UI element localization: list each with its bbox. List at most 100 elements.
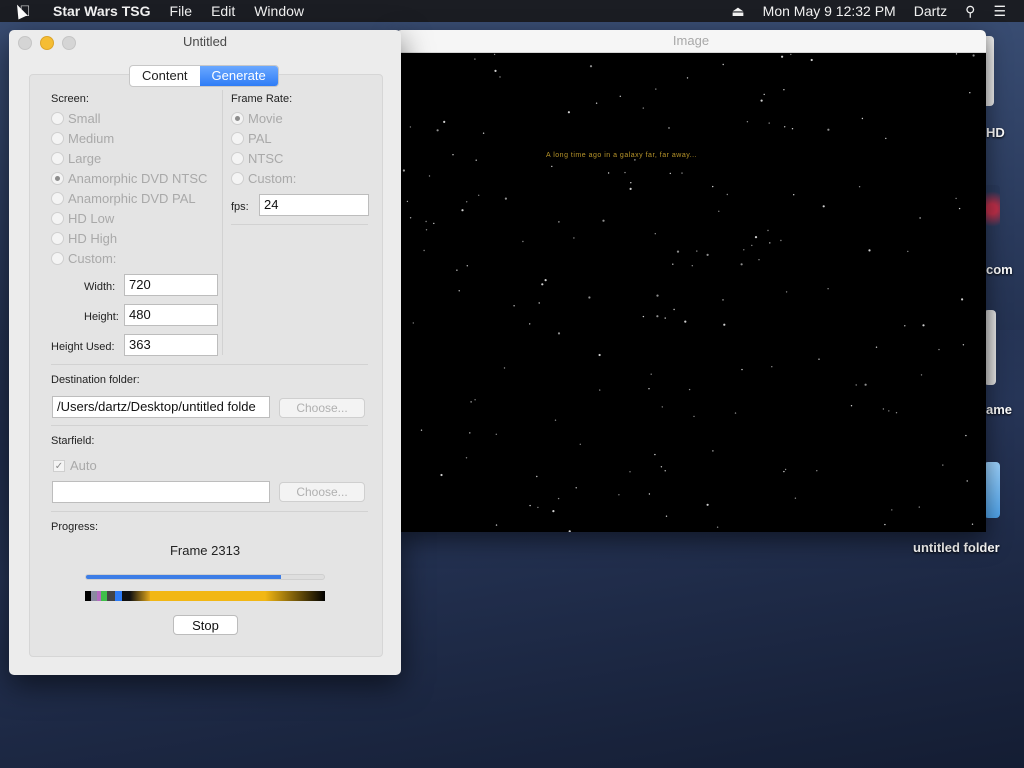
stop-button[interactable]: Stop [173,615,238,635]
radio-hd-low[interactable]: HD Low [51,211,114,226]
star [907,250,909,253]
star [868,249,871,252]
star [784,468,787,471]
starfield-label: Starfield: [51,435,95,447]
width-label: Width: [84,281,116,293]
divider [51,425,368,426]
radio-label: NTSC [248,151,284,166]
tab-content[interactable]: Content [130,66,200,86]
minimize-button[interactable] [40,36,54,50]
star [827,288,829,290]
height-used-field[interactable]: 363 [124,334,218,356]
star [654,453,656,456]
star [751,244,753,247]
starfield-choose-button[interactable]: Choose... [279,482,365,502]
radio-medium[interactable]: Medium [51,131,114,146]
star [529,504,531,507]
star [557,332,561,335]
star [412,322,414,324]
star [740,263,743,266]
star [891,509,893,511]
desktop-icon-label[interactable]: ame [986,402,1012,417]
star [503,367,506,369]
star [920,374,923,376]
star [428,175,431,177]
desktop-icon-label[interactable]: com [986,262,1013,277]
star [493,53,496,56]
height-field[interactable]: 480 [124,304,218,326]
star [938,348,940,351]
divider [51,511,368,512]
star [425,229,428,231]
search-icon[interactable]: ⚲ [965,3,975,20]
starfield-path-field[interactable] [52,481,270,503]
image-window-title[interactable]: Image [396,30,986,53]
radio-anamorphic-pal[interactable]: Anamorphic DVD PAL [51,191,196,206]
desktop-app-icon[interactable] [984,185,1000,233]
star [629,187,632,190]
star [425,220,427,223]
eject-icon[interactable]: ⏏ [731,3,744,20]
menu-window[interactable]: Window [254,3,304,19]
tab-generate[interactable]: Generate [199,66,278,86]
star [741,368,743,371]
radio-label: Custom: [68,251,117,266]
star [965,434,967,437]
star [495,524,498,526]
radio-movie[interactable]: Movie [231,111,283,126]
close-button[interactable] [18,36,32,50]
star [855,384,857,386]
menu-edit[interactable]: Edit [211,3,235,19]
starfield-svg [396,53,975,532]
menubar-clock[interactable]: Mon May 9 12:32 PM [763,3,896,19]
list-icon[interactable]: ☰ [993,3,1006,20]
title-bar[interactable]: Untitled [9,30,401,52]
radio-custom-fps[interactable]: Custom: [231,171,296,186]
folder-icon[interactable] [984,462,1000,518]
star [969,92,971,94]
auto-checkbox[interactable]: ✓ Auto [53,458,97,473]
star [654,233,656,235]
star [475,159,477,161]
star [630,182,632,184]
menubar-user[interactable]: Dartz [914,3,947,19]
radio-pal[interactable]: PAL [231,131,272,146]
desktop-icon-label[interactable]: HD [986,125,1005,140]
star [656,294,659,297]
star [771,366,773,368]
radio-hd-high[interactable]: HD High [51,231,117,246]
star [469,432,471,434]
progress-bar-fill [86,575,282,579]
star [634,159,636,161]
fps-field[interactable]: 24 [259,194,369,216]
star [763,93,765,96]
desktop-icon-label[interactable]: untitled folder [913,540,1000,555]
star [602,219,605,222]
destination-path-field[interactable]: /Users/dartz/Desktop/untitled folde [52,396,270,418]
radio-ntsc[interactable]: NTSC [231,151,283,166]
star [478,194,480,196]
star [529,323,531,325]
destination-choose-button[interactable]: Choose... [279,398,365,418]
star [961,298,964,301]
star [688,388,691,391]
zoom-button[interactable] [62,36,76,50]
star [409,217,412,219]
radio-anamorphic-ntsc[interactable]: Anamorphic DVD NTSC [51,171,207,186]
radio-small[interactable]: Small [51,111,101,126]
radio-label: HD Low [68,211,115,226]
menu-file[interactable]: File [170,3,193,19]
radio-custom-screen[interactable]: Custom: [51,251,116,266]
star [537,506,539,509]
star [642,315,645,318]
width-field[interactable]: 720 [124,274,218,296]
radio-large[interactable]: Large [51,151,101,166]
app-menu[interactable]: Star Wars TSG [53,3,151,19]
star [409,126,412,128]
star [595,102,598,104]
radio-dot [231,132,244,145]
star [402,169,405,172]
star [791,128,794,130]
star [624,171,626,174]
star [656,315,659,318]
